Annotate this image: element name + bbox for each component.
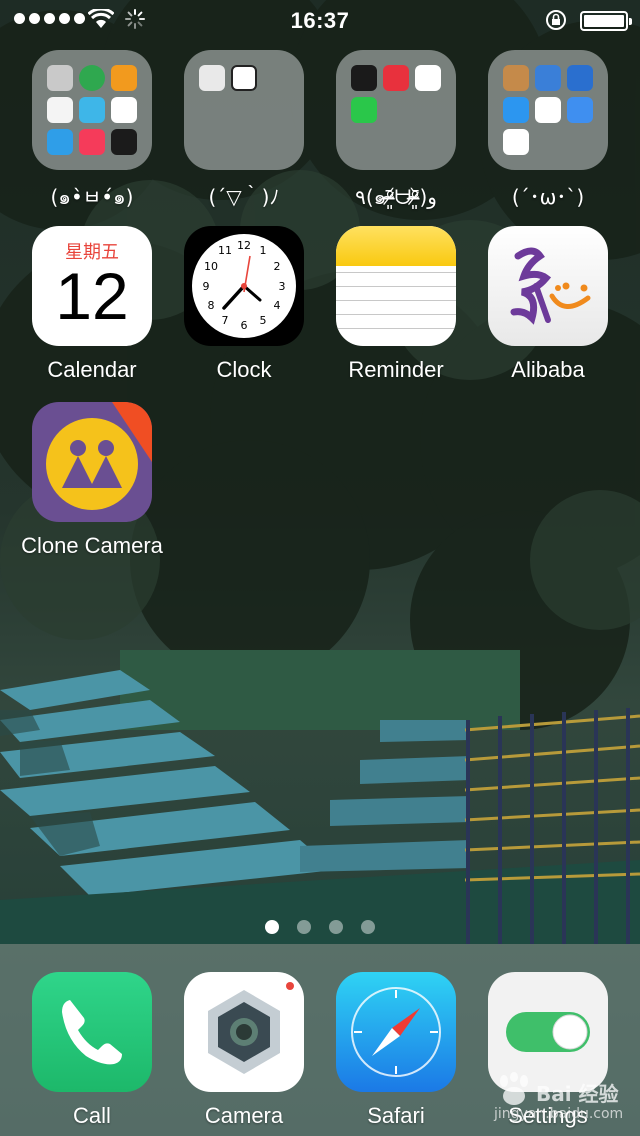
app-label: Clone Camera [21,533,163,558]
dock-app-call[interactable]: Call [12,972,172,1129]
app-label: Call [73,1103,111,1128]
page-dot [329,920,343,934]
watermark-text: Bai 经验 [536,1082,619,1106]
folder-utilities[interactable]: (๑•̀ㅂ•́๑) [12,50,172,213]
baidu-watermark: Bai 经验 jingyan.baidu.com [492,1068,632,1128]
app-clone-camera[interactable]: Clone Camera [10,402,174,559]
dial-7: 7 [222,314,229,327]
dial-10: 10 [204,260,218,273]
app-label: Camera [204,1103,284,1128]
folder-label: (๑•̀ㅂ•́๑) [50,185,134,209]
folder-label: (´･ω･`) [511,185,585,209]
dial-3: 3 [279,280,286,293]
dial-6: 6 [241,319,248,332]
page-dot [297,920,311,934]
folder-icon [336,50,456,170]
app-clock[interactable]: 12 1 2 3 4 5 6 7 8 9 10 11 Clock [164,226,324,383]
folder-tools[interactable]: (´･ω･`) [468,50,628,210]
dial-8: 8 [208,299,215,312]
folder-label: (´▽｀)ﾉ [208,185,280,209]
page-dot [265,920,279,934]
camera-icon [184,972,304,1092]
folder-icon [488,50,608,170]
alibaba-icon [488,226,608,346]
dial-5: 5 [260,314,267,327]
dial-1: 1 [260,244,267,257]
safari-icon [336,972,456,1092]
folder-label: ٩(๑ᵒ̴̶̷͈᷄ᗨᵒ̴̶̷͈᷅)و [355,185,437,209]
watermark-url: jingyan.baidu.com [494,1106,624,1122]
app-label: Reminder [348,357,444,382]
dial-11: 11 [218,244,232,257]
clone-camera-icon [32,402,152,522]
dial-4: 4 [274,299,281,312]
page-dot [361,920,375,934]
dial-2: 2 [274,260,281,273]
dock-app-camera[interactable]: Camera [164,972,324,1129]
dial-12: 12 [237,239,251,252]
status-bar: 16:37 [0,0,640,40]
reminder-icon [336,226,456,346]
folder-office[interactable]: ٩(๑ᵒ̴̶̷͈᷄ᗨᵒ̴̶̷͈᷅)و [316,50,476,213]
app-label: Clock [216,357,272,382]
clock-icon: 12 1 2 3 4 5 6 7 8 9 10 11 [184,226,304,346]
dial-9: 9 [203,280,210,293]
page-indicator[interactable] [0,920,640,934]
dock-app-safari[interactable]: Safari [316,972,476,1129]
app-label: Calendar [47,357,137,382]
app-alibaba[interactable]: Alibaba [468,226,628,383]
folder-maps[interactable]: (´▽｀)ﾉ [164,50,324,210]
status-time: 16:37 [290,8,350,33]
folder-icon [32,50,152,170]
paw-icon [500,1072,528,1105]
phone-icon [32,972,152,1092]
calendar-icon: 星期五 12 [32,226,152,346]
folder-icon [184,50,304,170]
calendar-date: 12 [55,259,129,333]
app-calendar[interactable]: 星期五 12 Calendar [12,226,172,383]
orientation-lock-icon [546,10,566,30]
app-label: Safari [367,1103,425,1128]
app-label: Alibaba [511,357,585,382]
app-reminder[interactable]: Reminder [316,226,476,383]
battery-icon [580,11,632,31]
